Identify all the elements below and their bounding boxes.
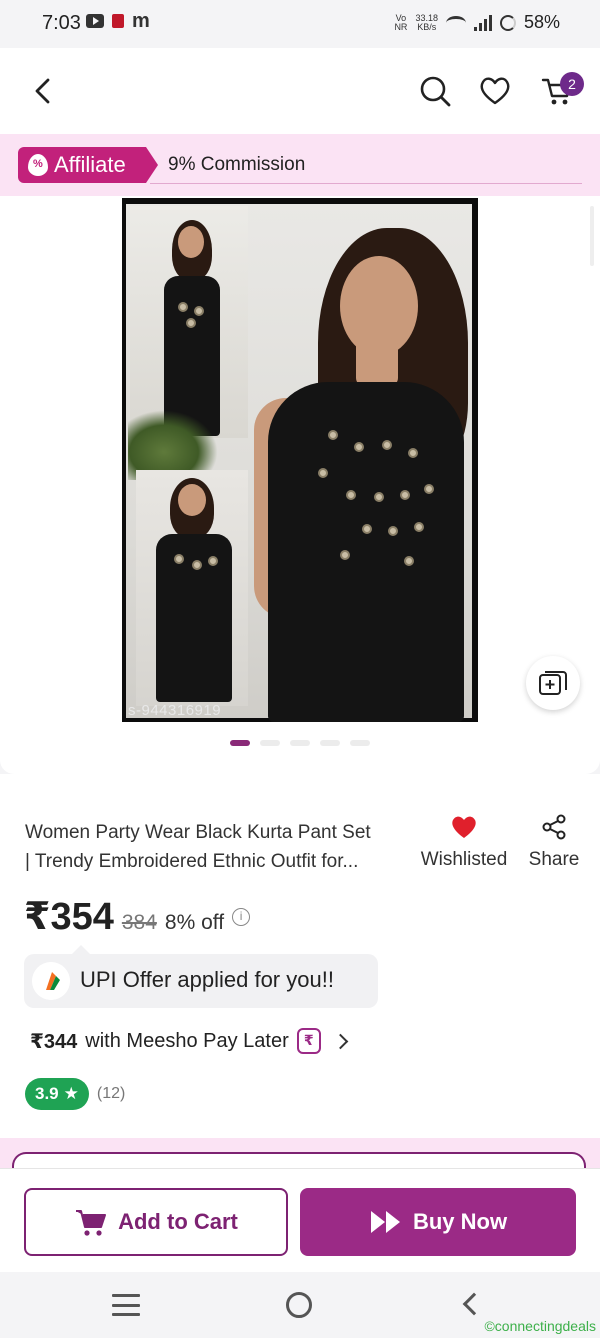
buy-now-label: Buy Now [412, 1209, 508, 1234]
product-title: Women Party Wear Black Kurta Pant Set | … [25, 818, 409, 876]
share-icon [542, 814, 566, 840]
pay-later-icon: ₹ [296, 1028, 321, 1054]
pay-later-row[interactable]: ₹344 with Meesho Pay Later ₹ [30, 1028, 349, 1054]
inset-photo-top [130, 206, 248, 438]
system-nav-bar: ©connectingdeals [0, 1272, 600, 1338]
signal-icon [473, 14, 492, 31]
app-header [0, 48, 600, 134]
shopping-bag-icon [112, 14, 124, 28]
rating-value: 3.9 [35, 1084, 59, 1103]
original-price: 384 [121, 911, 157, 934]
heart-icon[interactable] [478, 74, 512, 108]
affiliate-label: Affiliate [54, 152, 126, 177]
add-to-cart-label: Add to Cart [118, 1209, 238, 1234]
selling-price: ₹354 [24, 896, 114, 938]
gallery-pagination [230, 740, 370, 746]
pagination-dot[interactable] [350, 740, 370, 746]
discount-text: 8% off [164, 911, 225, 934]
pay-later-amount: ₹344 [30, 1030, 78, 1053]
home-icon[interactable] [286, 1292, 312, 1318]
product-title-line: | Trendy Embroidered Ethnic Outfit for..… [25, 851, 359, 872]
search-icon[interactable] [418, 74, 452, 108]
star-icon: ★ [63, 1084, 79, 1103]
watermark-text: ©connectingdeals [484, 1318, 596, 1334]
cart-count-badge: 2 [560, 72, 584, 96]
add-to-cart-button[interactable]: Add to Cart [24, 1188, 288, 1256]
divider [150, 183, 582, 184]
main-figure-neck [356, 338, 398, 386]
info-icon[interactable]: i [232, 907, 251, 926]
affiliate-banner[interactable]: Affiliate 9% Commission [0, 134, 600, 196]
commission-icon [28, 154, 48, 176]
affiliate-badge: Affiliate [18, 147, 158, 183]
buy-now-button[interactable]: Buy Now [300, 1188, 576, 1256]
network-speed: 33.18 KB/s [415, 12, 438, 32]
upi-offer-text: UPI Offer applied for you!! [80, 967, 334, 992]
pagination-dot[interactable] [320, 740, 340, 746]
recent-apps-icon[interactable] [112, 1294, 140, 1316]
price-row: ₹354 384 8% off i [24, 894, 251, 939]
status-right: Vo NR 33.18 KB/s 58% [394, 12, 560, 33]
m-app-icon: m [132, 10, 150, 32]
rating-row[interactable]: 3.9 ★ (12) [25, 1078, 125, 1110]
upi-offer-banner: UPI Offer applied for you!! [24, 945, 378, 1008]
wifi-icon [445, 15, 466, 30]
notification-icons: m [86, 10, 150, 32]
lower-section [0, 1138, 600, 1182]
share-label: Share [528, 849, 580, 870]
pay-later-text: with Meesho Pay Later [85, 1029, 289, 1052]
rating-count: (12) [96, 1085, 126, 1102]
battery-icon [499, 14, 516, 31]
gallery-icon [539, 671, 567, 695]
wishlist-label: Wishlisted [420, 849, 508, 870]
status-bar: 7:03 m Vo NR 33.18 KB/s 58% [0, 0, 600, 48]
sku-watermark: s-944316919 [128, 702, 222, 719]
pagination-dot[interactable] [290, 740, 310, 746]
battery-level: 58% [523, 12, 560, 32]
rating-badge: 3.9 ★ [25, 1078, 89, 1110]
pagination-dot[interactable] [230, 740, 250, 746]
inset-photo-bottom [136, 470, 248, 706]
youtube-icon [86, 14, 104, 28]
commission-text: 9% Commission [168, 154, 306, 175]
pagination-dot[interactable] [260, 740, 280, 746]
fast-forward-icon [370, 1211, 400, 1233]
heart-filled-icon [452, 816, 476, 838]
share-button[interactable]: Share [526, 814, 582, 871]
back-icon[interactable] [28, 76, 58, 106]
gallery-expand-button[interactable] [526, 656, 580, 710]
cart-icon [76, 1210, 107, 1236]
product-details: Women Party Wear Black Kurta Pant Set | … [0, 774, 600, 1138]
chevron-right-icon [332, 1033, 349, 1049]
main-figure-dress [268, 382, 464, 722]
scrollbar [590, 206, 594, 266]
product-image[interactable]: s-944316919 [122, 198, 478, 722]
network-type: Vo NR [394, 12, 408, 32]
upi-logo-icon [32, 962, 70, 1000]
product-gallery: s-944316919 [0, 196, 600, 774]
bottom-action-bar: Add to Cart Buy Now [0, 1168, 600, 1272]
system-back-icon[interactable] [462, 1292, 486, 1316]
status-time: 7:03 [42, 12, 81, 34]
wishlist-button[interactable]: Wishlisted [418, 814, 510, 871]
product-title-line: Women Party Wear Black Kurta Pant Set [25, 822, 371, 843]
